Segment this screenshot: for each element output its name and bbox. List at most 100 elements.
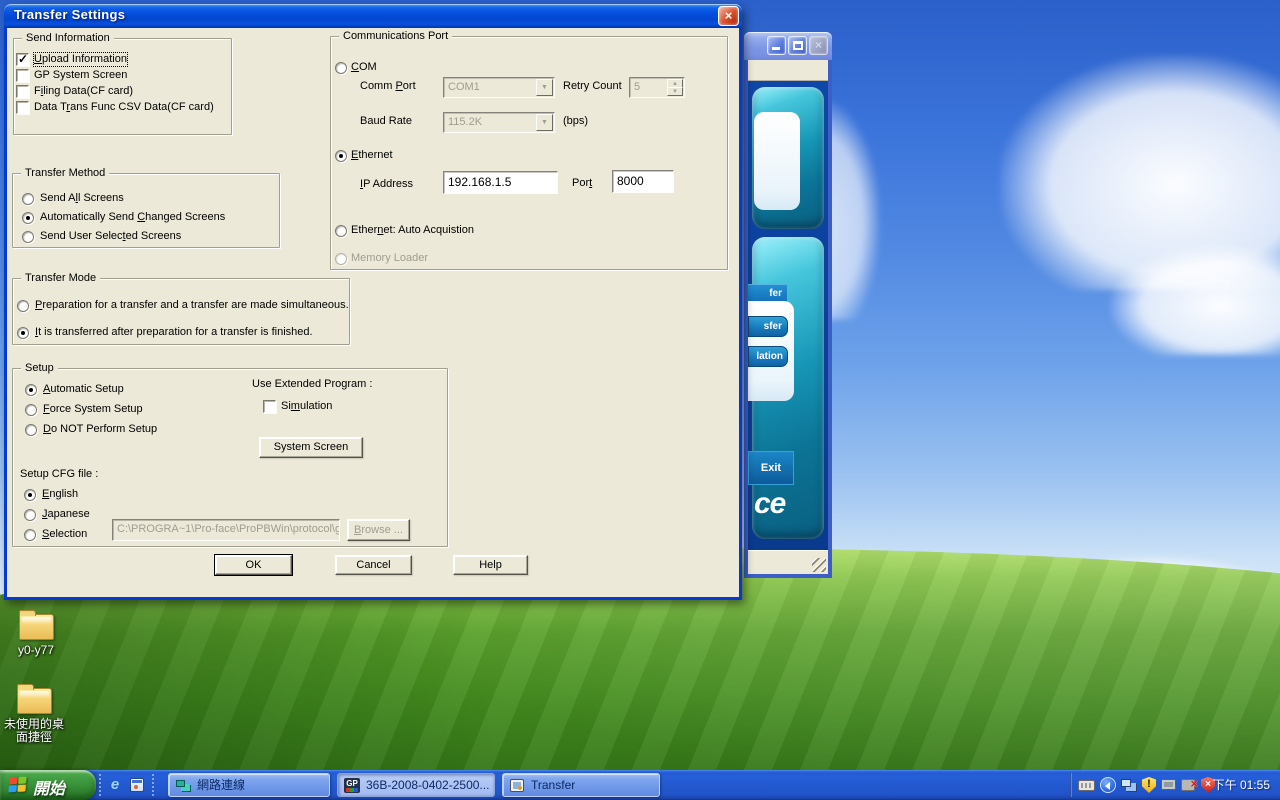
spin-down-icon: ▼ [667, 87, 683, 96]
desktop-icon-y0-y77[interactable]: y0-y77 [4, 608, 68, 657]
transfer-button-clipped[interactable]: sfer [748, 316, 788, 337]
quicklaunch-grip[interactable] [152, 774, 155, 796]
cfg-selection-label[interactable]: Selection [42, 528, 87, 541]
ethernet-radio[interactable] [335, 150, 347, 162]
task-button-36b-project[interactable]: GP 36B-2008-0402-2500... [337, 773, 495, 797]
ethernet-auto-radio[interactable] [335, 225, 347, 237]
simultaneous-transfer-radio[interactable] [17, 300, 29, 312]
task-button-transfer[interactable]: Transfer [502, 773, 660, 797]
auto-send-changed-radio[interactable] [22, 212, 34, 224]
clock[interactable]: 下午 01:55 [1213, 770, 1270, 800]
quicklaunch-grip[interactable] [99, 774, 102, 796]
dialog-titlebar[interactable]: Transfer Settings × [4, 4, 742, 28]
proface-top-panel [752, 87, 824, 229]
start-button[interactable]: 開始 [0, 770, 96, 800]
send-user-selected-radio[interactable] [22, 231, 34, 243]
do-not-perform-setup-radio[interactable] [25, 424, 37, 436]
port-field[interactable]: 8000 [612, 170, 674, 193]
keyboard-icon[interactable] [1078, 777, 1095, 793]
taskbar: 開始 e 網路連線 GP 36B-2008-0402-2500... Trans… [0, 770, 1280, 800]
proface-display-area [754, 112, 800, 210]
cfg-japanese-radio[interactable] [24, 509, 36, 521]
port-label: Port [572, 177, 592, 190]
data-trans-csv-label[interactable]: Data Trans Func CSV Data(CF card) [34, 101, 214, 114]
display-icon[interactable] [1161, 777, 1178, 793]
ethernet-label[interactable]: Ethernet [351, 149, 393, 162]
folder-icon[interactable] [17, 688, 52, 714]
cfg-english-radio[interactable] [24, 489, 36, 501]
hide-icons-button[interactable] [1100, 777, 1117, 793]
automatic-setup-label[interactable]: Automatic Setup [43, 383, 124, 396]
dropdown-arrow-icon: ▼ [536, 114, 553, 131]
ip-address-field[interactable]: 192.168.1.5 [443, 171, 558, 194]
cfg-english-label[interactable]: English [42, 488, 78, 501]
upload-information-label[interactable]: Upload Information [34, 53, 127, 66]
transfer-settings-dialog[interactable]: Transfer Settings × Send Information Upl… [4, 4, 742, 600]
help-button[interactable]: Help [453, 555, 528, 575]
filing-data-checkbox[interactable] [16, 85, 29, 98]
folder-icon[interactable] [19, 614, 54, 640]
send-all-screens-radio[interactable] [22, 193, 34, 205]
windows-flag-icon [8, 777, 26, 793]
security-warning-icon[interactable]: ! [1142, 777, 1159, 793]
simulation-label[interactable]: Simulation [281, 400, 332, 413]
maximize-button[interactable] [788, 36, 807, 55]
send-user-selected-label[interactable]: Send User Selected Screens [40, 230, 181, 243]
do-not-perform-setup-label[interactable]: Do NOT Perform Setup [43, 423, 157, 436]
desktop-icon-unused-shortcuts[interactable]: 未使用的桌面捷徑 [2, 682, 66, 744]
comm-port-label: Comm Port [360, 80, 416, 93]
desktop-icon-label[interactable]: y0-y77 [4, 644, 68, 657]
use-extended-program-label: Use Extended Program : [252, 378, 372, 391]
comm-port-value: COM1 [448, 81, 480, 93]
baud-rate-combobox: 115.2K ▼ [443, 112, 555, 133]
send-all-screens-label[interactable]: Send All Screens [40, 192, 124, 205]
dialog-title: Transfer Settings [14, 7, 125, 22]
task-button-network-connections[interactable]: 網路連線 [168, 773, 330, 797]
minimize-icon [772, 47, 780, 50]
com-radio[interactable] [335, 62, 347, 74]
proface-window-titlebar[interactable]: × [744, 32, 832, 60]
minimize-button[interactable] [767, 36, 786, 55]
simultaneous-transfer-label[interactable]: Preparation for a transfer and a transfe… [35, 299, 349, 312]
group-label: Send Information [22, 32, 114, 44]
close-button[interactable]: × [718, 6, 739, 26]
automatic-setup-radio[interactable] [25, 384, 37, 396]
proface-menubar[interactable] [748, 60, 828, 81]
internet-explorer-icon[interactable]: e [106, 776, 124, 794]
data-trans-csv-checkbox[interactable] [16, 101, 29, 114]
after-preparation-label[interactable]: It is transferred after preparation for … [35, 326, 313, 339]
wireless-disconnected-icon[interactable] [1181, 777, 1198, 793]
gp-system-screen-label[interactable]: GP System Screen [34, 69, 127, 82]
after-preparation-radio[interactable] [17, 327, 29, 339]
gp-system-screen-checkbox[interactable] [16, 69, 29, 82]
task-label: 36B-2008-0402-2500... [366, 778, 489, 793]
force-system-setup-radio[interactable] [25, 404, 37, 416]
system-screen-button[interactable]: System Screen [259, 437, 363, 458]
ok-button[interactable]: OK [215, 555, 292, 575]
desktop-icon-label[interactable]: 未使用的桌面捷徑 [2, 718, 66, 744]
cfg-japanese-label[interactable]: Japanese [42, 508, 90, 521]
auto-send-changed-label[interactable]: Automatically Send Changed Screens [40, 211, 225, 224]
close-icon: × [810, 37, 827, 54]
network-status-icon[interactable] [1121, 777, 1138, 793]
baud-rate-value: 115.2K [448, 116, 482, 128]
tray-divider [1070, 773, 1072, 797]
cancel-button[interactable]: Cancel [335, 555, 412, 575]
simulation-checkbox[interactable] [263, 400, 276, 413]
force-system-setup-label[interactable]: Force System Setup [43, 403, 143, 416]
network-connections-icon [176, 780, 185, 787]
resize-grip[interactable] [812, 558, 826, 572]
task-label: 網路連線 [197, 778, 245, 793]
upload-information-checkbox[interactable] [16, 53, 29, 66]
filing-data-label[interactable]: Filing Data(CF card) [34, 85, 133, 98]
bps-label: (bps) [563, 115, 588, 128]
ethernet-auto-label[interactable]: Ethernet: Auto Acquistion [351, 224, 474, 237]
quicklaunch-app-icon[interactable] [128, 776, 146, 794]
cfg-selection-radio[interactable] [24, 529, 36, 541]
start-label: 開始 [33, 775, 65, 799]
exit-button[interactable]: Exit [748, 451, 794, 485]
proface-transfer-window[interactable]: × fer sfer lation Exit ce [744, 32, 832, 578]
com-label[interactable]: COM [351, 61, 377, 74]
simulation-button-clipped[interactable]: lation [748, 346, 788, 367]
retry-count-spinner: 5 ▲ ▼ [629, 77, 685, 98]
